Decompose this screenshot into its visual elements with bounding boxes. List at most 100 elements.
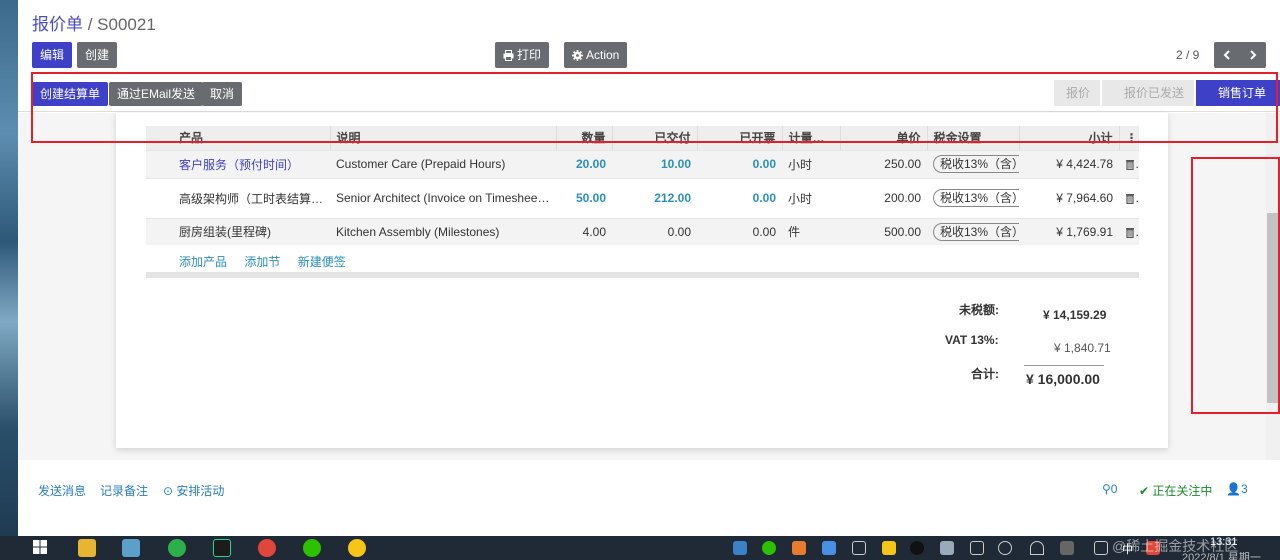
column-options-icon[interactable]: ⋮ (1119, 126, 1139, 150)
row-delete-button[interactable] (1119, 149, 1139, 178)
table-row[interactable]: 高级架构师（工时表结算单… Senior Architect (Invoice … (146, 177, 1139, 218)
following-button[interactable]: ✔ 正在关注中 (1139, 482, 1212, 499)
tray-icon[interactable] (792, 541, 806, 555)
stage-quotation[interactable]: 报价 (1053, 80, 1100, 106)
row-product[interactable]: 客户服务（预付时间） (146, 149, 330, 178)
schedule-activity-link[interactable]: ⊙ 安排活动 (163, 482, 224, 499)
tray-icon[interactable] (852, 541, 866, 555)
row-unit-price: 500.00 (840, 217, 927, 245)
chevron-left-icon (1223, 50, 1230, 60)
tray-icon[interactable] (1094, 541, 1108, 555)
vat-value: ¥ 1,840.71 (1054, 341, 1111, 355)
pycharm-icon[interactable] (213, 539, 231, 557)
row-delete-button[interactable] (1119, 177, 1139, 218)
tray-icon[interactable] (940, 541, 954, 555)
tray-wechat-icon[interactable] (762, 541, 776, 555)
print-button-label: 打印 (517, 48, 542, 62)
tray-icon[interactable] (733, 541, 747, 555)
log-note-link[interactable]: 记录备注 (100, 482, 148, 499)
col-header-uom[interactable]: 计量单位… (782, 126, 841, 150)
control-panel: 报价单 / S00021 编辑 创建 打印 Action 2 / 9 创建结算单… (18, 0, 1280, 112)
windows-start-icon[interactable] (32, 539, 50, 557)
tax-badge: 税收13%（含） (933, 155, 1019, 173)
paperclip-icon: ⚲ (1102, 482, 1111, 496)
chrome-icon[interactable] (258, 539, 276, 557)
wifi-icon[interactable] (1030, 541, 1044, 555)
chatter: 发送消息 记录备注 ⊙ 安排活动 ⚲0 ✔ 正在关注中 👤3 (18, 460, 1280, 536)
table-row[interactable]: 客户服务（预付时间） Customer Care (Prepaid Hours)… (146, 149, 1139, 178)
scrollbar-thumb[interactable] (1267, 213, 1279, 403)
pager-previous-button[interactable] (1214, 42, 1240, 68)
watermark: @稀土掘金技术社区 (1112, 538, 1239, 554)
col-header-unit-price[interactable]: 单价 (840, 126, 928, 150)
tray-icon[interactable] (970, 541, 984, 555)
col-header-delivered[interactable]: 已交付 (612, 126, 698, 150)
wechat-icon[interactable] (303, 539, 321, 557)
user-icon: 👤 (1226, 482, 1241, 496)
row-delivered: 10.00 (612, 149, 697, 178)
volume-icon[interactable] (998, 541, 1012, 555)
desktop-background-strip (0, 0, 18, 536)
row-product[interactable]: 厨房组装(里程碑) (146, 217, 330, 245)
col-header-taxes[interactable]: 税金设置 (927, 126, 1020, 150)
action-button[interactable]: Action (564, 42, 628, 68)
col-header-subtotal[interactable]: 小计 (1019, 126, 1120, 150)
row-invoiced: 0.00 (697, 217, 782, 245)
add-note-link[interactable]: 新建便签 (298, 255, 346, 269)
tray-icon[interactable] (882, 541, 896, 555)
file-explorer-icon[interactable] (78, 539, 96, 557)
row-delivered: 212.00 (612, 177, 697, 218)
status-bar: 创建结算单 通过EMail发送 取消 报价 报价已发送 销售订单 (18, 80, 1280, 112)
stage-quotation-sent[interactable]: 报价已发送 (1101, 80, 1194, 106)
row-product[interactable]: 高级架构师（工时表结算单… (146, 177, 330, 218)
chevron-right-icon (1250, 50, 1257, 60)
gear-icon (572, 50, 583, 61)
edit-button[interactable]: 编辑 (32, 42, 73, 68)
attachments-count: 0 (1110, 482, 1118, 496)
windows-taskbar: 中 13:31 2022/8/1 星期一 (0, 536, 1280, 560)
col-header-description[interactable]: 说明 (330, 126, 557, 150)
row-description: Customer Care (Prepaid Hours) (330, 149, 556, 178)
table-footer (146, 272, 1139, 278)
row-subtotal: ¥ 7,964.60 (1019, 177, 1119, 218)
followers-counter[interactable]: 👤3 (1226, 482, 1248, 496)
qq-icon[interactable] (910, 541, 924, 555)
breadcrumb-separator: / (83, 15, 98, 34)
trash-icon (1126, 160, 1134, 171)
print-button[interactable]: 打印 (495, 42, 550, 68)
col-header-invoiced[interactable]: 已开票 (697, 126, 783, 150)
send-message-link[interactable]: 发送消息 (38, 482, 86, 499)
row-quantity: 20.00 (556, 149, 612, 178)
row-description: Senior Architect (Invoice on Timesheets) (330, 177, 556, 218)
table-row[interactable]: 厨房组装(里程碑) Kitchen Assembly (Milestones) … (146, 217, 1139, 245)
row-uom: 小时 (782, 177, 840, 218)
cancel-button[interactable]: 取消 (202, 82, 243, 106)
stage-sales-order[interactable]: 销售订单 (1195, 80, 1280, 106)
row-uom: 小时 (782, 149, 840, 178)
add-section-link[interactable]: 添加节 (244, 255, 280, 269)
totals-divider (1024, 365, 1104, 366)
pager-next-button[interactable] (1240, 42, 1266, 68)
create-invoice-button[interactable]: 创建结算单 (32, 82, 109, 106)
shield-icon[interactable] (822, 541, 836, 555)
row-delete-button[interactable] (1119, 217, 1139, 245)
breadcrumb-parent-link[interactable]: 报价单 (32, 15, 83, 34)
row-quantity: 4.00 (556, 217, 612, 245)
row-invoiced: 0.00 (697, 149, 782, 178)
col-header-quantity[interactable]: 数量 (556, 126, 613, 150)
tray-icon[interactable] (1060, 541, 1074, 555)
app-icon[interactable] (348, 539, 366, 557)
check-icon: ✔ (1139, 484, 1153, 498)
row-subtotal: ¥ 1,769.91 (1019, 217, 1119, 245)
col-header-product[interactable]: 产品 (146, 126, 331, 150)
send-by-email-button[interactable]: 通过EMail发送 (109, 82, 204, 106)
vat-label: VAT 13%: (945, 333, 999, 347)
add-product-link[interactable]: 添加产品 (179, 255, 227, 269)
row-unit-price: 200.00 (840, 177, 927, 218)
app-icon[interactable] (168, 539, 186, 557)
total-label: 合计: (971, 367, 999, 381)
attachments-counter[interactable]: ⚲0 (1102, 482, 1117, 496)
row-subtotal: ¥ 4,424.78 (1019, 149, 1119, 178)
create-button[interactable]: 创建 (77, 42, 118, 68)
app-icon[interactable] (122, 539, 140, 557)
